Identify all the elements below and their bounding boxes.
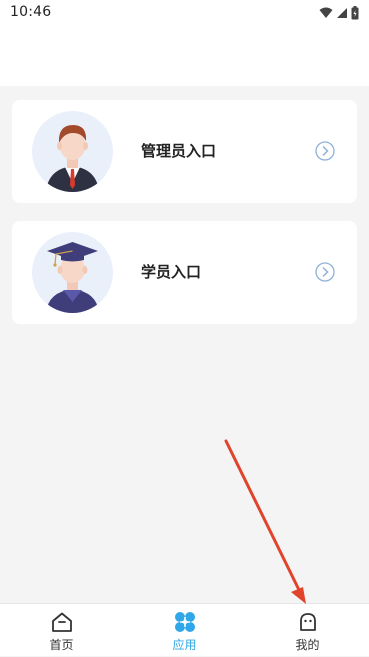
nav-label-mine: 我的 xyxy=(295,638,320,652)
status-icons xyxy=(319,5,359,21)
admin-entry-label: 管理员入口 xyxy=(141,142,217,160)
student-entry-label: 学员入口 xyxy=(141,263,202,281)
status-bar: 10:46 xyxy=(0,0,369,26)
header-area xyxy=(0,26,369,86)
admin-avatar xyxy=(32,111,113,192)
nav-item-mine[interactable]: 我的 xyxy=(246,604,369,657)
profile-icon xyxy=(299,613,316,631)
home-icon xyxy=(51,612,72,632)
chevron-right-icon[interactable] xyxy=(315,141,335,161)
chevron-right-icon[interactable] xyxy=(315,262,335,282)
status-time: 10:46 xyxy=(10,4,52,20)
wifi-icon xyxy=(319,7,333,18)
nav-label-apps: 应用 xyxy=(172,638,197,652)
nav-label-home: 首页 xyxy=(49,638,74,652)
apps-icon xyxy=(174,612,195,632)
nav-item-home[interactable]: 首页 xyxy=(0,604,123,657)
admin-entry-card[interactable]: 管理员入口 xyxy=(12,100,357,203)
student-entry-card[interactable]: 学员入口 xyxy=(12,221,357,324)
student-avatar xyxy=(32,232,113,313)
bottom-nav: 首页 应用 我的 xyxy=(0,603,369,656)
annotation-arrow xyxy=(224,439,306,604)
signal-icon xyxy=(337,8,347,18)
battery-icon xyxy=(351,6,359,20)
nav-item-apps[interactable]: 应用 xyxy=(123,604,246,657)
